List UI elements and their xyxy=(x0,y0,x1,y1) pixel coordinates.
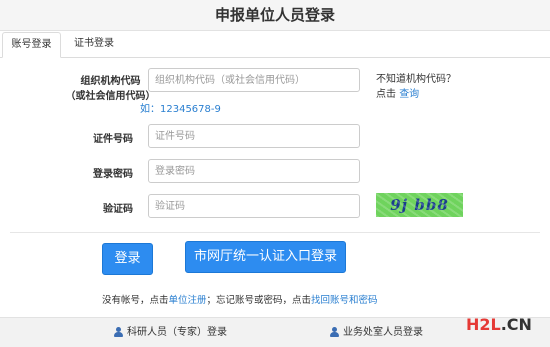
cert-number-label: 证件号码 xyxy=(93,134,133,145)
org-code-label-line1: 组织机构代码 xyxy=(80,76,141,87)
org-code-help-question: 不知道机构代码？ xyxy=(376,74,456,85)
form-divider xyxy=(10,232,540,233)
hint-text-1: 没有帐号，点击 xyxy=(102,295,169,306)
recover-account-link[interactable]: 找回账号和密码 xyxy=(311,295,378,306)
researcher-login-link[interactable]: 科研人员（专家）登录 xyxy=(114,318,227,347)
org-code-help: 点击 查询 xyxy=(376,85,419,100)
city-unified-auth-button[interactable]: 市网厅统一认证入口登录 xyxy=(185,241,346,273)
cert-number-input[interactable] xyxy=(148,124,360,148)
office-staff-login-link[interactable]: 业务处室人员登录 xyxy=(330,318,423,347)
researcher-login-label: 科研人员（专家）登录 xyxy=(127,327,227,338)
watermark-h2l: H2L xyxy=(466,315,501,334)
office-staff-login-label: 业务处室人员登录 xyxy=(343,327,423,338)
watermark-logo: H2L.CN xyxy=(466,315,532,335)
user-icon xyxy=(114,327,123,337)
captcha-input[interactable] xyxy=(148,194,360,218)
org-code-query-link[interactable]: 查询 xyxy=(399,89,419,100)
org-code-input[interactable] xyxy=(148,68,360,92)
hint-text-2: ；忘记账号或密码，点击 xyxy=(206,295,312,306)
register-hint: 没有帐号，点击单位注册；忘记账号或密码，点击找回账号和密码 xyxy=(102,292,378,306)
tab-account-login[interactable]: 账号登录 xyxy=(2,32,61,58)
password-input[interactable] xyxy=(148,159,360,183)
captcha-label: 验证码 xyxy=(103,204,133,215)
unit-register-link[interactable]: 单位注册 xyxy=(169,295,207,306)
login-tabs: 账号登录 证书登录 xyxy=(0,31,550,58)
captcha-image[interactable]: 9j bb8 xyxy=(376,193,463,217)
user-icon xyxy=(330,327,339,337)
page-title: 申报单位人员登录 xyxy=(0,0,550,31)
password-label: 登录密码 xyxy=(93,169,133,180)
org-code-help-prefix: 点击 xyxy=(376,89,396,100)
tab-certificate-login[interactable]: 证书登录 xyxy=(68,32,120,58)
watermark-cn: .CN xyxy=(500,315,532,334)
login-button[interactable]: 登录 xyxy=(102,243,153,275)
org-code-example: 如：12345678-9 xyxy=(140,104,221,115)
